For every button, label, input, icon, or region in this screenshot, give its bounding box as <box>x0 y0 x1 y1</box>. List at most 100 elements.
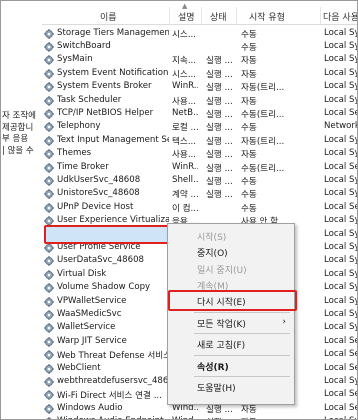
column-header-logon[interactable]: 다음 사용자 ↑ <box>323 10 357 23</box>
column-divider[interactable] <box>320 7 321 24</box>
cell-startup: 자동 <box>241 96 257 107</box>
cell-name: System Event Notification ... <box>57 67 169 78</box>
cell-startup: 수동 <box>241 123 257 134</box>
cell-name: Storage Tiers Management <box>57 27 169 38</box>
cell-logon: Local Service <box>324 362 357 373</box>
description-text: 자 조작에 제공합니 부 응용 | 않을 수 <box>2 111 36 157</box>
column-header-name[interactable]: 이름 <box>100 10 117 23</box>
cell-logon: Local Service <box>324 201 357 212</box>
cell-name: Volume Shadow Copy <box>57 282 151 293</box>
table-row[interactable]: SwitchBoard 수동 Local System <box>42 40 357 53</box>
cell-name: SysMain <box>57 54 93 65</box>
service-gear-icon <box>44 202 54 213</box>
cell-name: WaaSMedicSvc <box>57 308 122 319</box>
cell-logon: Local System <box>324 134 357 145</box>
cell-startup: 자동 <box>241 56 257 67</box>
cell-name: Task Scheduler <box>57 94 122 105</box>
cell-name: System Events Broker <box>57 81 152 92</box>
table-row[interactable]: Windows Audio Endpoint ...Wind... 실행 ... 자… <box>42 415 357 419</box>
menu-separator <box>194 376 290 377</box>
cell-name: Web Threat Defense 서비스 <box>57 351 169 362</box>
description-pane: 자 조작에 제공합니 부 응용 | 않을 수 <box>1 1 41 419</box>
service-gear-icon <box>44 55 54 66</box>
service-gear-icon <box>44 376 54 387</box>
table-row[interactable]: UdkUserSvc_48608 Shell... 실행 ... 수동 Local Sy… <box>42 174 357 187</box>
table-row[interactable]: Storage Tiers Management시스... 수동 Local Sys… <box>42 27 357 40</box>
table-row[interactable]: Telephony 로컬 ... 실행 ... 수동 Network Service <box>42 120 357 134</box>
menu-item[interactable]: 중지(O) <box>168 244 294 260</box>
cell-status: 실행 ... <box>206 69 232 80</box>
cell-status: 실행 ... <box>206 163 232 174</box>
column-divider[interactable] <box>201 7 202 24</box>
cell-desc: Shell... <box>172 174 198 185</box>
cell-logon: Local Service <box>324 161 357 172</box>
cell-name: Telephony <box>57 121 101 132</box>
cell-name: Themes <box>57 148 92 159</box>
cell-startup: 수동 <box>241 42 257 53</box>
service-gear-icon <box>44 403 54 414</box>
cell-logon: Local System <box>324 27 357 38</box>
service-gear-icon <box>44 162 54 173</box>
cell-status: 실행 ... <box>206 150 232 161</box>
table-row[interactable]: Time Broker WinR... 실행 ... 수동(트리... Local Se… <box>42 161 357 174</box>
service-gear-icon <box>44 82 54 93</box>
menu-item[interactable]: 도움말(H) <box>168 379 294 395</box>
cell-startup: 자동(트리... <box>241 136 285 147</box>
cell-name: UserDataSvc_48608 <box>57 255 145 266</box>
column-header-description[interactable]: 설명 <box>178 10 195 23</box>
cell-status: 실행 ... <box>206 96 232 107</box>
cell-logon: Local System <box>324 174 357 185</box>
cell-startup: 자동 <box>241 150 257 161</box>
menu-item-label: 중지(O) <box>197 249 228 259</box>
table-row[interactable]: Task Scheduler 사용... 실행 ... 자동 Local System <box>42 94 357 107</box>
cell-startup: 수동(트리... <box>241 163 285 174</box>
column-divider[interactable] <box>236 7 237 24</box>
cell-logon: Local System <box>324 228 357 239</box>
menu-item[interactable]: 새로 고침(F) <box>168 336 294 352</box>
services-window: 자 조작에 제공합니 부 응용 | 않을 수 ▲ 이름 설명 상태 시작 유형 다음 … <box>0 0 358 420</box>
sort-ascending-icon: ▲ <box>182 2 188 10</box>
table-row[interactable]: System Event Notification ... 시스... 실행 ...… <box>42 67 357 80</box>
menu-item[interactable]: 속성(R) <box>168 358 294 374</box>
cell-name: WalletService <box>57 322 116 333</box>
service-gear-icon <box>44 390 54 401</box>
service-gear-icon <box>44 336 54 347</box>
menu-item-label: 모든 작업(K) <box>197 319 246 330</box>
table-row[interactable]: Themes 사용... 실행 ... 자동 Local System <box>42 147 357 161</box>
cell-logon: Local System <box>324 282 357 293</box>
cell-desc: 텍스... <box>172 136 197 147</box>
menu-item-label: 일시 중지(U) <box>197 266 247 276</box>
service-gear-icon <box>44 175 54 186</box>
description-line: 자 조작에 <box>2 111 36 121</box>
column-divider[interactable] <box>169 7 170 24</box>
cell-desc: 사용... <box>172 96 197 107</box>
cell-name: Time Broker <box>57 161 109 172</box>
table-row[interactable]: SysMain 지속... 실행 ... 자동 Local System <box>42 53 357 67</box>
menu-item-label: 새로 고침(F) <box>197 341 246 351</box>
submenu-arrow-icon: › <box>282 316 286 327</box>
cell-desc: NetB... <box>172 107 198 118</box>
cell-logon: Local System <box>324 416 357 419</box>
service-gear-icon <box>44 296 54 307</box>
menu-item: 일시 중지(U) <box>168 261 294 277</box>
column-header-status[interactable]: 상태 <box>210 10 227 23</box>
cell-startup: 수동 <box>241 176 257 187</box>
service-gear-icon <box>44 309 54 320</box>
service-gear-icon <box>44 242 54 253</box>
menu-item[interactable]: 모든 작업(K) › <box>168 315 294 331</box>
cell-name: WebClient <box>57 362 101 373</box>
cell-status: 실행 ... <box>206 56 232 67</box>
table-row[interactable]: System Events Broker WinR... 실행 ... 자동(트리..… <box>42 80 357 93</box>
cell-status: 실행 ... <box>206 136 232 147</box>
service-gear-icon <box>44 108 54 119</box>
service-gear-icon <box>44 350 54 361</box>
cell-logon: Local Service <box>324 107 357 118</box>
cell-logon: Local System <box>324 94 357 105</box>
column-header-startup-type[interactable]: 시작 유형 <box>249 10 285 23</box>
cell-logon: Local System <box>324 375 357 386</box>
table-row[interactable]: TCP/IP NetBIOS Helper NetB... 실행 ... 수동(트리.… <box>42 107 357 120</box>
table-row[interactable]: UPnP Device Host 이 컴... 수동 Local Service <box>42 201 357 214</box>
table-row[interactable]: UnistoreSvc_48608 계약 ... 실행 ... 수동 Local Sys… <box>42 187 357 200</box>
cell-desc: Wind... <box>172 416 198 419</box>
table-row[interactable]: Text Input Management Se... 텍스... 실행 ... 자동… <box>42 134 357 147</box>
